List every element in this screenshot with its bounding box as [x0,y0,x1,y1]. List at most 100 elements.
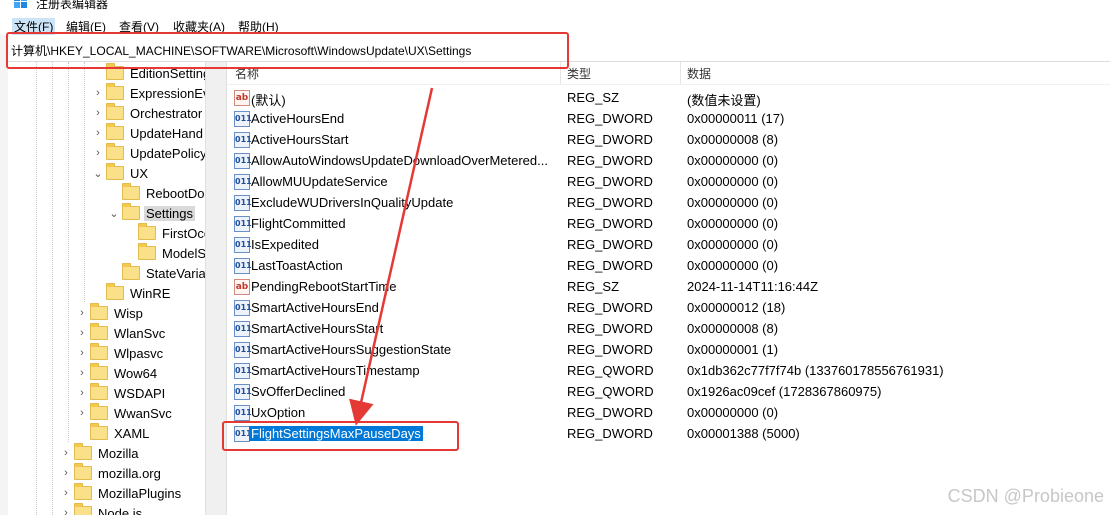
chevron-right-icon[interactable]: › [76,307,88,319]
column-separator[interactable] [680,62,681,84]
registry-app-icon [14,0,27,8]
value-row[interactable]: ab PendingRebootStartTime REG_SZ 2024-11-14… [227,276,1110,297]
chevron-right-icon[interactable]: › [76,407,88,419]
chevron-right-icon[interactable]: › [60,487,72,499]
value-data: 0x00000000 (0) [687,405,779,420]
value-type: REG_SZ [567,90,620,105]
column-header-data[interactable]: 数据 [687,65,711,82]
value-row[interactable]: 011 SmartActiveHoursStart REG_DWORD 0x00000… [227,318,1110,339]
tree-item-mozilla-org[interactable]: › mozilla.org [60,463,163,483]
chevron-down-icon[interactable]: ⌄ [108,207,120,220]
tree-item-firstocc[interactable]: FirstOcc [124,223,206,243]
tree-item-models[interactable]: ModelS [124,243,206,263]
tree-item-ux[interactable]: ⌄ UX [92,163,150,183]
tree-item-winre[interactable]: WinRE [92,283,172,303]
value-type: REG_DWORD [567,300,653,315]
value-name: SmartActiveHoursSuggestionState [251,342,452,357]
chevron-right-icon[interactable]: › [92,147,104,159]
tree-item-nodejs[interactable]: › Node.js [60,503,144,515]
tree-item-statevaria[interactable]: StateVaria [108,263,206,283]
tree-item-wlansvc[interactable]: › WlanSvc [76,323,167,343]
folder-icon [106,63,124,80]
folder-icon [106,283,124,300]
chevron-right-icon[interactable]: › [92,87,104,99]
tree-item-xaml[interactable]: XAML [76,423,151,443]
tree-item-editionsetting[interactable]: EditionSetting [92,63,206,83]
tree-item-rebootdo[interactable]: RebootDo [108,183,206,203]
menu-file[interactable]: 文件(F) [12,18,56,35]
chevron-right-icon[interactable]: › [76,327,88,339]
value-type: REG_DWORD [567,426,653,441]
tree-item-label: MozillaPlugins [98,485,182,501]
value-type: REG_QWORD [567,363,654,378]
tree-item-mozillaplugins[interactable]: › MozillaPlugins [60,483,183,503]
column-header-name[interactable]: 名称 [235,65,259,82]
value-row[interactable]: 011 SmartActiveHoursEnd REG_DWORD 0x0000001… [227,297,1110,318]
value-row[interactable]: 011 UxOption REG_DWORD 0x00000000 (0) [227,402,1110,423]
value-row[interactable]: 011 SvOfferDeclined REG_QWORD 0x1926ac09cef… [227,381,1110,402]
tree-item-wisp[interactable]: › Wisp [76,303,145,323]
tree-item-wow64[interactable]: › Wow64 [76,363,159,383]
chevron-down-icon[interactable]: ⌄ [92,167,104,180]
tree-item-expressionev[interactable]: › ExpressionEv [92,83,206,103]
value-data: 0x1db362c77f7f74b (133760178556761931) [687,363,944,378]
chevron-right-icon[interactable]: › [92,127,104,139]
menu-edit[interactable]: 编辑(E) [66,18,106,35]
value-row[interactable]: 011 FlightSettingsMaxPauseDays REG_DWORD 0x… [227,423,1110,444]
tree-item-wwansvc[interactable]: › WwanSvc [76,403,174,423]
value-row[interactable]: ab (默认) REG_SZ (数值未设置) [227,87,1110,108]
chevron-right-icon[interactable]: › [76,347,88,359]
menu-favorites[interactable]: 收藏夹(A) [173,18,225,35]
tree-item-label: ExpressionEv [130,85,206,101]
value-type: REG_DWORD [567,258,653,273]
chevron-right-icon[interactable]: › [92,107,104,119]
value-row[interactable]: 011 AllowAutoWindowsUpdateDownloadOverMet… [227,150,1110,171]
value-row[interactable]: 011 IsExpedited REG_DWORD 0x00000000 (0) [227,234,1110,255]
value-type: REG_DWORD [567,111,653,126]
address-path[interactable]: 计算机\HKEY_LOCAL_MACHINE\SOFTWARE\Microsof… [11,42,471,59]
chevron-right-icon[interactable]: › [76,387,88,399]
tree-item-updatehand[interactable]: › UpdateHand [92,123,205,143]
value-row[interactable]: 011 AllowMUUpdateService REG_DWORD 0x000000… [227,171,1110,192]
tree-item-wlpasvc[interactable]: › Wlpasvc [76,343,165,363]
tree-item-updatepolicy[interactable]: › UpdatePolicy [92,143,206,163]
folder-icon [90,323,108,340]
value-name: ActiveHoursStart [251,132,349,147]
tree-splitter[interactable] [205,62,227,515]
value-data: 0x00000000 (0) [687,216,779,231]
chevron-right-icon[interactable]: › [60,507,72,515]
value-name: SmartActiveHoursEnd [251,300,379,315]
folder-icon [90,403,108,420]
tree-item-label: UpdateHand [130,125,203,141]
value-row[interactable]: 011 SmartActiveHoursTimestamp REG_QWORD 0x1… [227,360,1110,381]
folder-open-icon [122,203,140,220]
binary-value-icon: 011 [234,174,252,190]
column-separator[interactable] [560,62,561,84]
value-row[interactable]: 011 SmartActiveHoursSuggestionState REG_DW… [227,339,1110,360]
value-name: SmartActiveHoursStart [251,321,384,336]
value-name: ActiveHoursEnd [251,111,345,126]
tree-item-wsdapi[interactable]: › WSDAPI [76,383,167,403]
tree-item-label: Settings [144,205,195,221]
tree-item-settings[interactable]: ⌄ Settings [108,203,195,223]
value-list[interactable]: 名称 类型 数据 ab (默认) REG_SZ (数值未设置) 011 ActiveHou… [227,62,1110,515]
chevron-right-icon[interactable]: › [76,367,88,379]
binary-value-icon: 011 [234,216,252,232]
value-row[interactable]: 011 ActiveHoursStart REG_DWORD 0x00000008 (… [227,129,1110,150]
key-tree[interactable]: EditionSetting › ExpressionEv › Orchestrat… [8,62,206,515]
value-row[interactable]: 011 FlightCommitted REG_DWORD 0x00000000 (0… [227,213,1110,234]
tree-item-orchestrator[interactable]: › Orchestrator [92,103,204,123]
menu-help[interactable]: 帮助(H) [238,18,279,35]
chevron-right-icon[interactable]: › [60,447,72,459]
column-header-type[interactable]: 类型 [567,65,591,82]
folder-icon [90,343,108,360]
value-row[interactable]: 011 LastToastAction REG_DWORD 0x00000000 (0… [227,255,1110,276]
chevron-right-icon[interactable]: › [60,467,72,479]
value-row[interactable]: 011 ActiveHoursEnd REG_DWORD 0x00000011 (17… [227,108,1110,129]
binary-value-icon: 011 [234,384,252,400]
menu-view[interactable]: 查看(V) [119,18,159,35]
value-name: LastToastAction [251,258,343,273]
value-row[interactable]: 011 ExcludeWUDriversInQualityUpdate REG_DW… [227,192,1110,213]
address-bar[interactable]: 计算机\HKEY_LOCAL_MACHINE\SOFTWARE\Microsof… [8,37,1110,62]
tree-item-mozilla[interactable]: › Mozilla [60,443,140,463]
